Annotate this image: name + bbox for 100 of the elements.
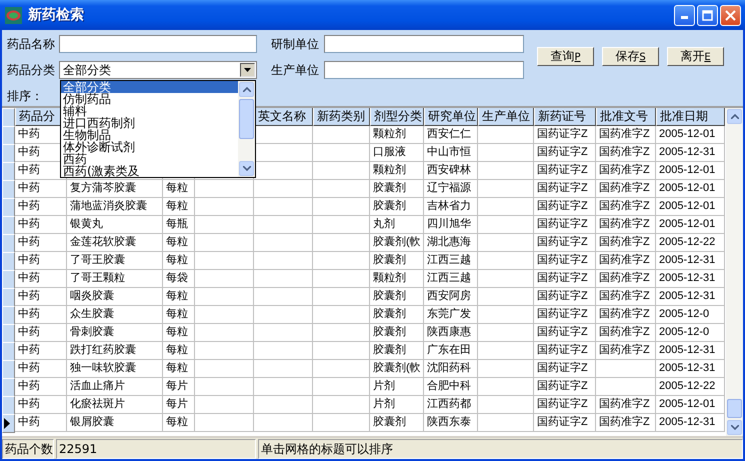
- table-cell: 片剂: [370, 396, 424, 414]
- table-cell: 国药证字Z: [534, 360, 596, 378]
- action-button[interactable]: 查询P: [537, 47, 594, 66]
- column-header[interactable]: 生产单位: [478, 108, 534, 126]
- action-button[interactable]: 保存S: [602, 47, 659, 66]
- table-cell: 国药证字Z: [534, 378, 596, 396]
- table-cell: 国药准字Z: [596, 342, 656, 360]
- table-cell: [478, 270, 534, 288]
- table-cell: [254, 234, 313, 252]
- table-cell: [313, 252, 370, 270]
- table-cell: [596, 360, 656, 378]
- table-cell: 国药证字Z: [534, 126, 596, 144]
- table-cell: 中药: [15, 234, 67, 252]
- action-button[interactable]: 离开E: [667, 47, 724, 66]
- dropdown-scrollbar[interactable]: [238, 81, 255, 177]
- scroll-down-button[interactable]: [727, 420, 742, 435]
- table-cell: 每粒: [163, 306, 195, 324]
- table-cell: 胶囊剂(軟: [370, 360, 424, 378]
- table-cell: [313, 378, 370, 396]
- category-dropdown[interactable]: 全部分类: [59, 61, 257, 79]
- table-cell: 每片: [163, 396, 195, 414]
- text-field[interactable]: [324, 61, 524, 79]
- table-cell: 国药准字Z: [596, 198, 656, 216]
- column-header[interactable]: 剂型分类: [370, 108, 424, 126]
- table-cell: 国药准字Z: [596, 216, 656, 234]
- dropdown-option[interactable]: 仿制药品: [61, 93, 238, 105]
- scroll-up-button[interactable]: [727, 109, 742, 124]
- table-cell: [313, 360, 370, 378]
- scroll-down-button[interactable]: [239, 161, 254, 176]
- table-cell: 蒲地蓝消炎胶囊: [67, 198, 163, 216]
- table-cell: 国药准字Z: [596, 252, 656, 270]
- text-field[interactable]: [324, 35, 524, 53]
- table-cell: 2005-12-01: [656, 162, 725, 180]
- scroll-thumb[interactable]: [727, 399, 742, 418]
- maximize-button[interactable]: [697, 4, 718, 26]
- table-cell: [313, 126, 370, 144]
- table-cell: 2005-12-22: [656, 378, 725, 396]
- table-cell: 中药: [15, 180, 67, 198]
- column-header[interactable]: 新药类别: [313, 108, 370, 126]
- table-cell: [195, 378, 254, 396]
- dropdown-option[interactable]: 全部分类: [61, 81, 238, 93]
- table-cell: 国药证字Z: [534, 306, 596, 324]
- table-cell: 每片: [163, 378, 195, 396]
- table-cell: 国药证字Z: [534, 342, 596, 360]
- table-cell: 每瓶: [163, 216, 195, 234]
- vertical-scrollbar[interactable]: [726, 108, 743, 436]
- table-cell: 国药证字Z: [534, 324, 596, 342]
- table-cell: 颗粒剂: [370, 162, 424, 180]
- table-cell: [254, 198, 313, 216]
- table-cell: [195, 216, 254, 234]
- text-field[interactable]: [59, 35, 257, 53]
- table-cell: [313, 396, 370, 414]
- table-cell: 2005-12-0: [656, 306, 725, 324]
- table-cell: [478, 234, 534, 252]
- table-cell: 2005-12-0: [656, 324, 725, 342]
- table-cell: 中药: [15, 252, 67, 270]
- table-cell: [478, 342, 534, 360]
- column-header[interactable]: 英文名称: [254, 108, 313, 126]
- table-cell: 辽宁福源: [424, 180, 478, 198]
- column-header[interactable]: 新药证号: [534, 108, 596, 126]
- table-cell: [195, 324, 254, 342]
- table-cell: 中药: [15, 270, 67, 288]
- table-cell: [478, 180, 534, 198]
- table-cell: [254, 252, 313, 270]
- table-cell: 胶囊剂: [370, 342, 424, 360]
- table-cell: 江西药都: [424, 396, 478, 414]
- table-cell: 国药准字Z: [596, 288, 656, 306]
- table-cell: 国药准字Z: [596, 126, 656, 144]
- table-cell: 国药准字Z: [596, 414, 656, 432]
- table-cell: [478, 306, 534, 324]
- table-cell: 胶囊剂: [370, 180, 424, 198]
- table-cell: 了哥王胶囊: [67, 252, 163, 270]
- dropdown-value: 全部分类: [62, 62, 112, 78]
- table-cell: 口服液: [370, 144, 424, 162]
- table-cell: 江西三越: [424, 252, 478, 270]
- table-cell: [478, 252, 534, 270]
- close-button[interactable]: [720, 4, 741, 26]
- table-cell: [478, 126, 534, 144]
- table-cell: 国药证字Z: [534, 162, 596, 180]
- table-cell: [195, 180, 254, 198]
- table-cell: 2005-12-31: [656, 144, 725, 162]
- column-header[interactable]: 批准日期: [656, 108, 725, 126]
- table-cell: 国药准字Z: [596, 180, 656, 198]
- minimize-button[interactable]: [674, 4, 695, 26]
- table-cell: [313, 198, 370, 216]
- table-cell: 西安阿房: [424, 288, 478, 306]
- table-cell: 复方蒲芩胶囊: [67, 180, 163, 198]
- table-cell: 2005-12-01: [656, 216, 725, 234]
- column-header[interactable]: 研究单位: [424, 108, 478, 126]
- table-cell: 国药证字Z: [534, 198, 596, 216]
- table-cell: 颗粒剂: [370, 126, 424, 144]
- column-header[interactable]: 批准文号: [596, 108, 656, 126]
- scroll-thumb[interactable]: [239, 99, 254, 139]
- table-cell: [195, 252, 254, 270]
- sort-label: 排序：: [7, 88, 43, 104]
- table-cell: [254, 324, 313, 342]
- table-cell: 国药证字Z: [534, 216, 596, 234]
- scroll-up-button[interactable]: [239, 82, 254, 97]
- table-cell: 每粒: [163, 360, 195, 378]
- row-selector[interactable]: [2, 414, 15, 433]
